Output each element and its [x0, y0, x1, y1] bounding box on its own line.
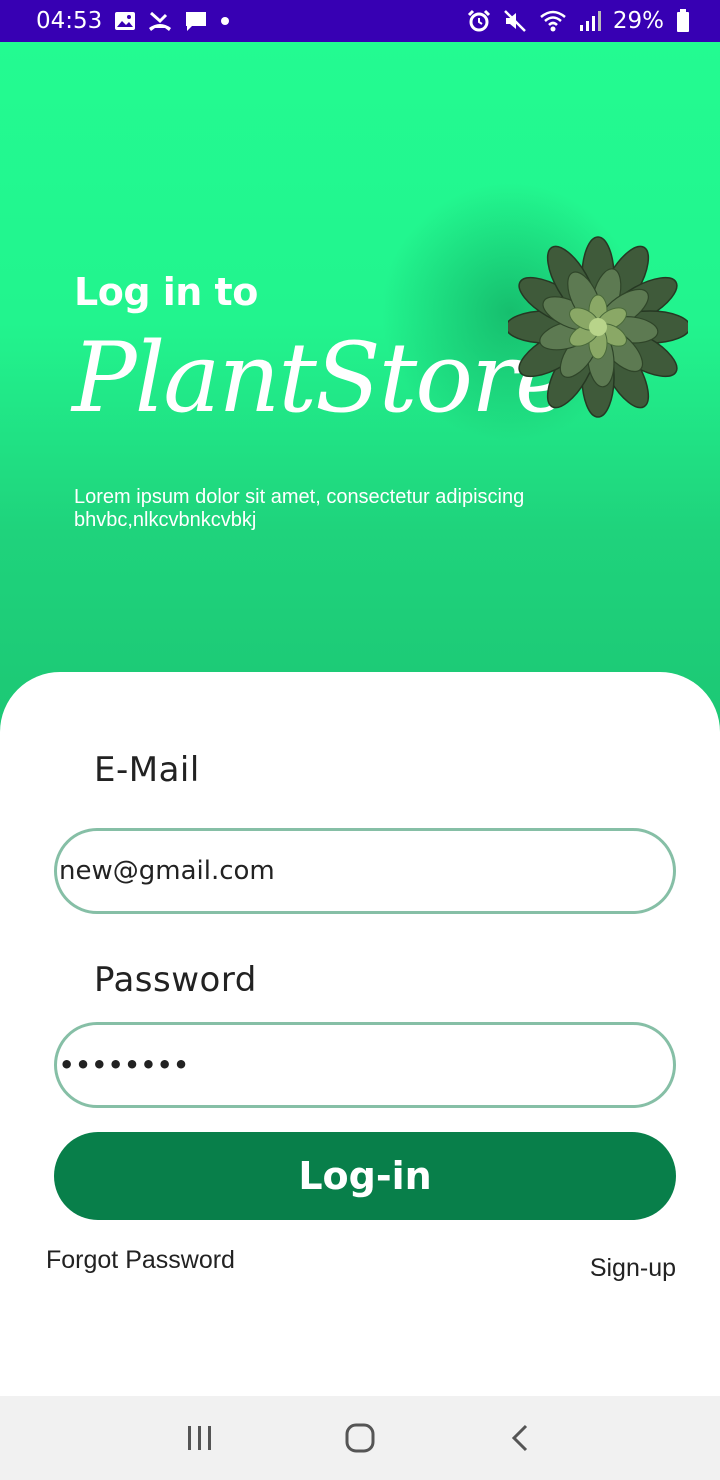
password-value: •••••••• [59, 1051, 190, 1079]
password-label: Password [94, 960, 257, 1000]
status-bar-right: 29% [467, 8, 690, 34]
image-icon [114, 11, 136, 31]
back-icon[interactable] [490, 1408, 550, 1468]
email-label: E-Mail [94, 750, 200, 790]
navigation-bar [0, 1396, 720, 1480]
battery-percent: 29% [612, 8, 664, 34]
hero-subtitle: Log in to [74, 270, 258, 314]
succulent-plant-image [505, 232, 691, 422]
login-card: E-Mail new@gmail.com Password •••••••• L… [0, 672, 720, 1396]
hero-section: Log in to PlantStore Lorem ipsum dolor s… [0, 42, 720, 742]
signal-icon [579, 10, 601, 32]
recent-apps-icon[interactable] [170, 1408, 230, 1468]
password-field[interactable]: •••••••• [54, 1022, 676, 1108]
home-icon[interactable] [330, 1408, 390, 1468]
login-button[interactable]: Log-in [54, 1132, 676, 1220]
hero-title: PlantStore [72, 322, 572, 434]
battery-icon [676, 9, 690, 33]
mute-icon [503, 9, 527, 33]
signup-link[interactable]: Sign-up [590, 1254, 676, 1283]
status-time: 04:53 [36, 8, 103, 34]
message-icon [184, 10, 208, 32]
hero-description: Lorem ipsum dolor sit amet, consectetur … [74, 486, 525, 531]
status-bar-left: 04:53 [36, 8, 230, 34]
forgot-password-link[interactable]: Forgot Password [46, 1246, 235, 1275]
missed-call-icon [148, 10, 172, 32]
status-bar: 04:53 29% [0, 0, 720, 42]
alarm-icon [467, 9, 491, 33]
email-field[interactable]: new@gmail.com [54, 828, 676, 914]
wifi-icon [539, 9, 567, 33]
dot-icon [220, 16, 230, 26]
email-value: new@gmail.com [59, 856, 275, 886]
